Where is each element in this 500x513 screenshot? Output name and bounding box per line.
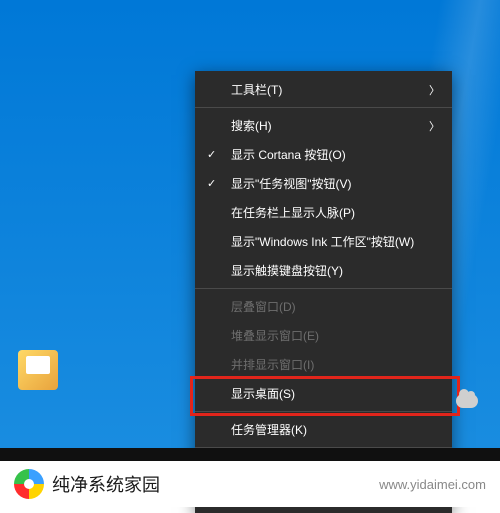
- chevron-right-icon: 〉: [429, 118, 440, 134]
- brand-left: 纯净系统家园: [14, 469, 160, 499]
- taskbar-context-menu: 工具栏(T) 〉 搜索(H) 〉 ✓ 显示 Cortana 按钮(O) ✓ 显示…: [195, 71, 452, 513]
- shortcut-icon: [18, 350, 58, 390]
- menu-label: 在任务栏上显示人脉(P): [231, 204, 355, 221]
- check-icon: ✓: [207, 177, 216, 190]
- menu-task-manager[interactable]: 任务管理器(K): [195, 415, 452, 444]
- menu-label: 工具栏(T): [231, 81, 282, 98]
- menu-show-desktop[interactable]: 显示桌面(S): [195, 379, 452, 408]
- menu-separator: [195, 411, 452, 412]
- menu-label: 并排显示窗口(I): [231, 356, 314, 373]
- menu-cortana[interactable]: ✓ 显示 Cortana 按钮(O): [195, 140, 452, 169]
- menu-separator: [195, 288, 452, 289]
- taskbar[interactable]: [0, 448, 500, 461]
- brand-url: www.yidaimei.com: [379, 477, 486, 492]
- menu-label: 显示触摸键盘按钮(Y): [231, 262, 343, 279]
- menu-label: 层叠窗口(D): [231, 298, 296, 315]
- menu-stacked-windows: 堆叠显示窗口(E): [195, 321, 452, 350]
- menu-separator: [195, 107, 452, 108]
- cloud-icon: [456, 394, 478, 408]
- menu-sidebyside-windows: 并排显示窗口(I): [195, 350, 452, 379]
- menu-ink[interactable]: 显示"Windows Ink 工作区"按钮(W): [195, 227, 452, 256]
- menu-cascade-windows: 层叠窗口(D): [195, 292, 452, 321]
- menu-people[interactable]: 在任务栏上显示人脉(P): [195, 198, 452, 227]
- chevron-right-icon: 〉: [429, 82, 440, 98]
- watermark-bar: 纯净系统家园 www.yidaimei.com: [0, 461, 500, 507]
- brand-logo-icon: [14, 469, 44, 499]
- menu-label: 显示"Windows Ink 工作区"按钮(W): [231, 233, 414, 250]
- menu-label: 搜索(H): [231, 117, 272, 134]
- brand-name: 纯净系统家园: [52, 471, 160, 497]
- menu-label: 堆叠显示窗口(E): [231, 327, 319, 344]
- menu-touch-keyboard[interactable]: 显示触摸键盘按钮(Y): [195, 256, 452, 285]
- menu-label: 显示桌面(S): [231, 385, 295, 402]
- menu-taskview[interactable]: ✓ 显示"任务视图"按钮(V): [195, 169, 452, 198]
- desktop-area: 工具栏(T) 〉 搜索(H) 〉 ✓ 显示 Cortana 按钮(O) ✓ 显示…: [0, 0, 500, 461]
- menu-toolbar[interactable]: 工具栏(T) 〉: [195, 75, 452, 104]
- menu-search[interactable]: 搜索(H) 〉: [195, 111, 452, 140]
- menu-label: 任务管理器(K): [231, 421, 307, 438]
- menu-label: 显示"任务视图"按钮(V): [231, 175, 352, 192]
- menu-label: 显示 Cortana 按钮(O): [231, 146, 346, 163]
- system-tray-icon[interactable]: [452, 391, 482, 411]
- desktop-shortcut[interactable]: [18, 350, 58, 390]
- check-icon: ✓: [207, 148, 216, 161]
